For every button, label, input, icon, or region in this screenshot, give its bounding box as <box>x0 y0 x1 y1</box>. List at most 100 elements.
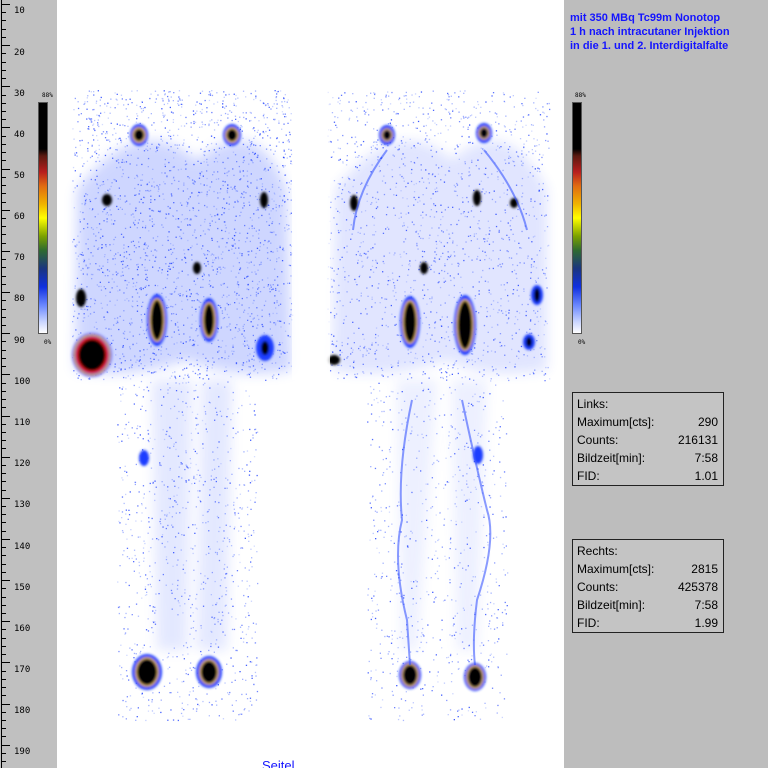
noise-pixel <box>80 113 82 115</box>
noise-pixel <box>72 191 75 193</box>
noise-pixel <box>124 428 126 430</box>
noise-pixel <box>284 116 286 118</box>
noise-pixel <box>129 647 131 649</box>
noise-pixel <box>365 111 367 113</box>
noise-pixel <box>457 710 459 712</box>
noise-pixel <box>368 114 370 116</box>
noise-pixel <box>247 533 249 535</box>
noise-pixel <box>271 375 274 378</box>
noise-pixel <box>237 585 239 587</box>
ruler-tick <box>1 366 6 367</box>
noise-pixel <box>241 713 243 715</box>
noise-pixel <box>199 126 201 128</box>
noise-pixel <box>344 92 346 94</box>
noise-pixel <box>142 438 144 440</box>
noise-pixel <box>249 376 252 378</box>
noise-pixel <box>193 579 195 582</box>
noise-pixel <box>239 626 242 628</box>
noise-pixel <box>188 694 190 696</box>
noise-pixel <box>148 517 150 519</box>
noise-pixel <box>348 117 351 119</box>
noise-pixel <box>330 333 333 336</box>
noise-pixel <box>395 125 397 127</box>
noise-pixel <box>276 165 278 167</box>
noise-pixel <box>258 120 260 122</box>
noise-pixel <box>246 588 248 590</box>
noise-pixel <box>250 534 253 536</box>
noise-pixel <box>206 693 208 695</box>
noise-pixel <box>149 97 151 100</box>
noise-pixel <box>79 175 81 177</box>
noise-pixel <box>135 603 138 605</box>
noise-pixel <box>505 485 507 487</box>
noise-pixel <box>388 505 391 508</box>
scintigraphy-canvas[interactable] <box>57 0 564 768</box>
noise-pixel <box>435 514 437 516</box>
noise-pixel <box>167 719 169 721</box>
noise-pixel <box>276 112 278 115</box>
noise-pixel <box>187 704 189 706</box>
noise-pixel <box>138 491 140 493</box>
noise-pixel <box>375 610 377 612</box>
noise-pixel <box>190 607 192 609</box>
noise-pixel <box>239 127 242 129</box>
noise-pixel <box>275 99 277 102</box>
noise-pixel <box>114 107 116 109</box>
ruler-tick <box>1 638 6 639</box>
noise-pixel <box>275 145 278 147</box>
noise-pixel <box>86 118 88 120</box>
noise-pixel <box>199 102 201 105</box>
noise-pixel <box>122 479 124 481</box>
noise-pixel <box>542 106 544 108</box>
noise-pixel <box>137 505 139 507</box>
noise-pixel <box>495 121 497 123</box>
noise-pixel <box>232 413 234 415</box>
noise-pixel <box>548 244 550 247</box>
noise-pixel <box>72 321 74 323</box>
noise-pixel <box>72 241 74 243</box>
noise-pixel <box>496 134 498 136</box>
noise-pixel <box>135 558 137 560</box>
noise-pixel <box>330 156 333 158</box>
noise-pixel <box>253 683 255 686</box>
noise-pixel <box>87 148 89 150</box>
noise-pixel <box>538 144 540 146</box>
ruler-tick <box>1 564 6 565</box>
noise-pixel <box>503 530 505 532</box>
noise-pixel <box>124 125 126 127</box>
noise-pixel <box>125 718 127 720</box>
noise-pixel <box>497 609 499 611</box>
noise-pixel <box>243 637 245 640</box>
noise-pixel <box>141 405 143 407</box>
noise-pixel <box>196 101 198 103</box>
noise-pixel <box>482 570 484 572</box>
noise-pixel <box>245 96 247 98</box>
noise-pixel <box>128 679 130 681</box>
noise-pixel <box>216 121 218 124</box>
noise-pixel <box>376 129 378 131</box>
noise-pixel <box>96 114 98 116</box>
noise-pixel <box>202 378 204 380</box>
noise-pixel <box>385 94 387 96</box>
noise-pixel <box>525 124 527 126</box>
noise-pixel <box>131 649 133 651</box>
noise-pixel <box>239 507 241 509</box>
noise-pixel <box>250 112 252 114</box>
noise-pixel <box>136 90 138 92</box>
noise-pixel <box>447 368 449 370</box>
noise-pixel <box>403 108 405 110</box>
noise-pixel <box>184 374 186 376</box>
noise-pixel <box>469 141 471 144</box>
noise-pixel <box>463 117 465 119</box>
noise-pixel <box>142 552 144 554</box>
noise-pixel <box>148 370 150 373</box>
noise-pixel <box>351 110 354 112</box>
noise-pixel <box>391 690 393 693</box>
noise-pixel <box>125 700 127 703</box>
noise-pixel <box>213 129 216 131</box>
noise-pixel <box>450 519 452 522</box>
ruler-tick <box>1 506 6 507</box>
noise-pixel <box>346 374 348 376</box>
noise-pixel <box>393 653 395 655</box>
noise-pixel <box>94 119 96 122</box>
